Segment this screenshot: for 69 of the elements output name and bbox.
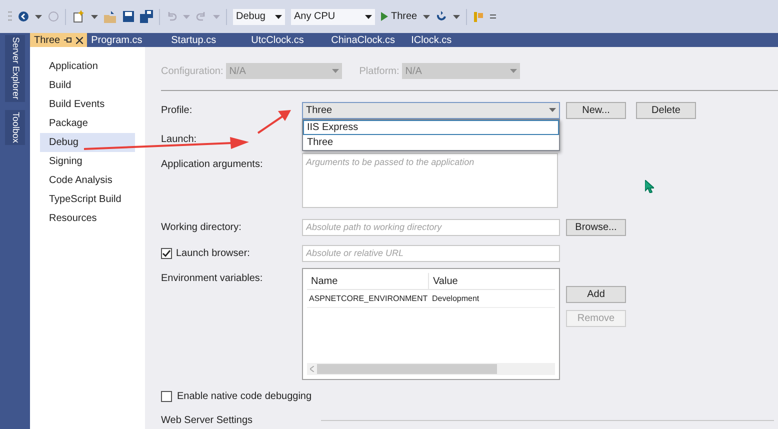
- close-icon[interactable]: [76, 36, 84, 44]
- caret-icon: [332, 69, 340, 73]
- field-label: Platform:: [359, 64, 400, 78]
- table-cell-text: Development: [431, 292, 480, 305]
- nav-item[interactable]: TypeScript Build: [40, 190, 135, 209]
- caret-icon: [549, 108, 556, 112]
- caret-icon: [213, 14, 220, 18]
- field-label: Application arguments:: [161, 158, 264, 172]
- save-all-icon[interactable]: [140, 10, 153, 23]
- arguments-field[interactable]: Arguments to be passed to the application: [302, 153, 558, 208]
- button[interactable]: Add: [566, 286, 626, 303]
- nav-item[interactable]: Package: [40, 114, 135, 133]
- nav-item[interactable]: Signing: [40, 152, 135, 171]
- cursor-icon: [645, 180, 654, 193]
- section-heading: Web Server Settings: [161, 414, 253, 428]
- side-tab[interactable]: Toolbox: [5, 110, 25, 145]
- document-tab[interactable]: IClock.cs: [407, 33, 488, 47]
- field-label: Launch:: [161, 132, 198, 146]
- document-tab[interactable]: ChinaClock.cs: [327, 33, 408, 47]
- horizontal-scrollbar[interactable]: [307, 363, 555, 375]
- annotation-arrow: [257, 110, 291, 134]
- nav-item[interactable]: Code Analysis: [40, 171, 135, 190]
- caret-icon: [453, 14, 460, 18]
- nav-item[interactable]: Build: [40, 76, 135, 95]
- nav-item[interactable]: Application: [40, 57, 135, 76]
- refresh-icon[interactable]: [436, 11, 448, 22]
- nav-item[interactable]: Debug: [40, 133, 135, 152]
- nav-item[interactable]: Build Events: [40, 95, 135, 114]
- field-label: Working directory:: [161, 220, 242, 234]
- side-tab[interactable]: Server Explorer: [5, 35, 25, 102]
- column-header[interactable]: Value: [429, 273, 555, 289]
- table-cell-text: ASPNETCORE_ENVIRONMENT: [308, 292, 429, 305]
- profile-select[interactable]: Three: [302, 102, 560, 118]
- field-label: Environment variables:: [161, 272, 264, 286]
- field-label: Configuration:: [161, 64, 224, 78]
- new-project-icon[interactable]: [72, 10, 85, 23]
- platform-dropdown[interactable]: Any CPU: [291, 8, 375, 24]
- document-tab[interactable]: Startup.cs: [167, 33, 248, 47]
- back-icon[interactable]: [18, 11, 29, 22]
- caret-icon: [510, 69, 518, 73]
- checkbox-label: Launch browser:: [176, 246, 250, 260]
- caret-icon: [35, 14, 42, 18]
- document-tab[interactable]: UtcClock.cs: [247, 33, 328, 47]
- dropdown-option[interactable]: Three: [303, 135, 559, 150]
- caret-icon: [423, 14, 430, 18]
- dropdown-option[interactable]: IIS Express: [303, 120, 559, 135]
- checkbox[interactable]: [161, 248, 172, 258]
- pin-icon[interactable]: [64, 37, 72, 43]
- play-icon: [381, 12, 388, 21]
- field-label: Profile:: [161, 104, 194, 118]
- run-button[interactable]: Three: [381, 9, 418, 24]
- document-tab[interactable]: Program.cs: [87, 33, 168, 47]
- overflow-icon[interactable]: [490, 14, 496, 20]
- checkbox[interactable]: [161, 390, 172, 402]
- caret-icon: [275, 14, 282, 18]
- button[interactable]: New...: [566, 102, 626, 118]
- folder-icon[interactable]: [104, 10, 117, 22]
- button[interactable]: Delete: [636, 102, 696, 118]
- document-tab[interactable]: Three: [30, 33, 88, 47]
- grip-icon: [8, 10, 12, 24]
- column-header[interactable]: Name: [307, 273, 429, 289]
- checkbox-label: Enable native code debugging: [177, 390, 312, 404]
- caret-icon: [365, 14, 372, 18]
- nav-item[interactable]: Resources: [40, 209, 135, 228]
- caret-icon: [183, 14, 190, 18]
- button[interactable]: Browse...: [566, 218, 626, 236]
- caret-icon: [91, 14, 98, 18]
- configuration-dropdown[interactable]: Debug: [233, 8, 285, 24]
- save-icon[interactable]: [123, 11, 134, 22]
